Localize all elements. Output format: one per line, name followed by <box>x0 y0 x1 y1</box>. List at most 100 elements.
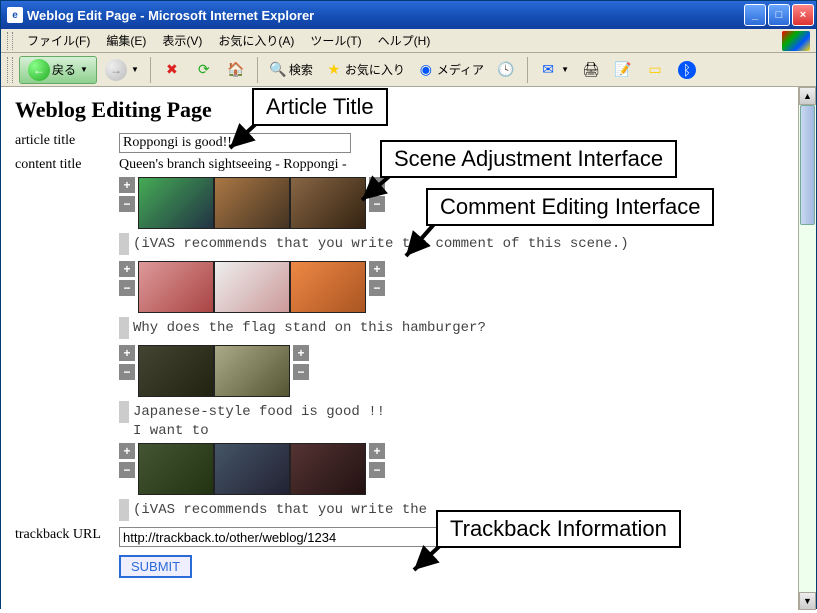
scene-thumbnail[interactable] <box>290 443 366 495</box>
callout-trackback-info: Trackback Information <box>436 510 681 548</box>
trackback-label: trackback URL <box>15 527 119 543</box>
browser-window: e Weblog Edit Page - Microsoft Internet … <box>0 0 817 609</box>
back-label: 戻る <box>52 61 76 78</box>
refresh-button[interactable]: ⟳ <box>190 56 218 84</box>
stop-icon: ✖ <box>163 61 181 79</box>
callout-comment-editing: Comment Editing Interface <box>426 188 714 226</box>
menu-favorites[interactable]: お気に入り(A) <box>210 29 302 52</box>
scene-thumbnail[interactable] <box>214 345 290 397</box>
scene-thumbnail[interactable] <box>290 177 366 229</box>
plus-button[interactable]: + <box>119 443 135 459</box>
menu-tools[interactable]: ツール(T) <box>302 29 369 52</box>
stop-button[interactable]: ✖ <box>158 56 186 84</box>
bluetooth-button[interactable]: ᛒ <box>673 56 701 84</box>
dropdown-icon: ▼ <box>78 65 88 74</box>
bluetooth-icon: ᛒ <box>678 61 696 79</box>
scene-block: + − + − Why does the flag stand on this ha… <box>119 261 784 339</box>
minus-button[interactable]: − <box>293 364 309 380</box>
plus-button[interactable]: + <box>119 177 135 193</box>
callout-scene-adjustment: Scene Adjustment Interface <box>380 140 677 178</box>
favorites-button[interactable]: ★お気に入り <box>321 56 409 84</box>
scene-thumbnail[interactable] <box>138 177 214 229</box>
discuss-button[interactable]: ▭ <box>641 56 669 84</box>
mail-icon: ✉ <box>539 61 557 79</box>
print-icon: 🖨 <box>582 61 600 79</box>
drag-handle-icon[interactable] <box>119 499 129 521</box>
mail-button[interactable]: ✉▼ <box>535 56 573 84</box>
search-icon: 🔍 <box>269 61 287 79</box>
scrollbar-thumb[interactable] <box>800 105 815 225</box>
article-title-label: article title <box>15 133 119 149</box>
drag-handle-icon[interactable] <box>119 317 129 339</box>
close-button[interactable]: × <box>792 4 814 26</box>
menubar: ファイル(F) 編集(E) 表示(V) お気に入り(A) ツール(T) ヘルプ(… <box>1 29 816 53</box>
menu-edit[interactable]: 編集(E) <box>98 29 154 52</box>
scene-thumbnail[interactable] <box>138 345 214 397</box>
plus-button[interactable]: + <box>369 261 385 277</box>
menu-view[interactable]: 表示(V) <box>154 29 210 52</box>
minus-button[interactable]: − <box>369 280 385 296</box>
scene-comment[interactable]: Why does the flag stand on this hamburge… <box>133 320 486 336</box>
menu-help[interactable]: ヘルプ(H) <box>370 29 439 52</box>
page-title: Weblog Editing Page <box>15 97 784 123</box>
scene-thumbnail[interactable] <box>214 261 290 313</box>
scene-comment[interactable]: Japanese-style food is good !! <box>133 404 385 420</box>
minus-button[interactable]: − <box>119 462 135 478</box>
plus-button[interactable]: + <box>119 345 135 361</box>
refresh-icon: ⟳ <box>195 61 213 79</box>
scene-thumbnail[interactable] <box>290 261 366 313</box>
scroll-down-icon[interactable]: ▼ <box>799 592 816 610</box>
scene-comment[interactable]: (iVAS recommends that you write the <box>133 502 427 518</box>
content-title-label: content title <box>15 157 119 173</box>
home-button[interactable]: 🏠 <box>222 56 250 84</box>
submit-button[interactable]: SUBMIT <box>119 555 192 578</box>
plus-button[interactable]: + <box>293 345 309 361</box>
scene-thumbnail[interactable] <box>138 443 214 495</box>
window-title: Weblog Edit Page - Microsoft Internet Ex… <box>27 8 744 23</box>
dropdown-icon: ▼ <box>559 65 569 74</box>
back-button[interactable]: ← 戻る ▼ <box>19 56 97 84</box>
edit-button[interactable]: 📝 <box>609 56 637 84</box>
toolbar-grip-icon <box>7 57 13 83</box>
scene-thumbnail[interactable] <box>214 443 290 495</box>
app-icon: e <box>7 7 23 23</box>
minus-button[interactable]: − <box>369 462 385 478</box>
toolbar-grip-icon <box>7 32 13 50</box>
minus-button[interactable]: − <box>119 196 135 212</box>
history-icon: 🕓 <box>497 61 515 79</box>
edit-icon: 📝 <box>614 61 632 79</box>
media-button[interactable]: ◉メディア <box>413 56 488 84</box>
print-button[interactable]: 🖨 <box>577 56 605 84</box>
scene-comment[interactable]: (iVAS recommends that you write the comm… <box>133 236 629 252</box>
forward-arrow-icon: → <box>105 59 127 81</box>
scene-thumbnail[interactable] <box>138 261 214 313</box>
content-title-value: Queen's branch sightseeing - Roppongi - <box>119 157 347 173</box>
back-arrow-icon: ← <box>28 59 50 81</box>
note-icon: ▭ <box>646 61 664 79</box>
callout-article-title: Article Title <box>252 88 388 126</box>
home-icon: 🏠 <box>227 61 245 79</box>
drag-handle-icon[interactable] <box>119 401 129 423</box>
plus-button[interactable]: + <box>369 443 385 459</box>
star-icon: ★ <box>325 61 343 79</box>
minus-button[interactable]: − <box>119 364 135 380</box>
menu-file[interactable]: ファイル(F) <box>19 29 98 52</box>
maximize-button[interactable]: □ <box>768 4 790 26</box>
drag-handle-icon[interactable] <box>119 233 129 255</box>
dropdown-icon: ▼ <box>129 65 139 74</box>
minimize-button[interactable]: _ <box>744 4 766 26</box>
scroll-up-icon[interactable]: ▲ <box>799 87 816 105</box>
media-icon: ◉ <box>417 61 435 79</box>
toolbar: ← 戻る ▼ → ▼ ✖ ⟳ 🏠 🔍検索 ★お気に入り ◉メディア 🕓 ✉▼ 🖨… <box>1 53 816 87</box>
scene-comment-line2[interactable]: I want to <box>133 423 784 439</box>
minus-button[interactable]: − <box>119 280 135 296</box>
windows-flag-icon <box>782 31 810 51</box>
history-button[interactable]: 🕓 <box>492 56 520 84</box>
forward-button[interactable]: → ▼ <box>101 56 143 84</box>
titlebar: e Weblog Edit Page - Microsoft Internet … <box>1 1 816 29</box>
search-button[interactable]: 🔍検索 <box>265 56 317 84</box>
scene-thumbnail[interactable] <box>214 177 290 229</box>
vertical-scrollbar[interactable]: ▲ ▼ <box>798 87 816 610</box>
plus-button[interactable]: + <box>119 261 135 277</box>
scene-block: + − + − Japanese-style food is good !! I w… <box>119 345 784 439</box>
